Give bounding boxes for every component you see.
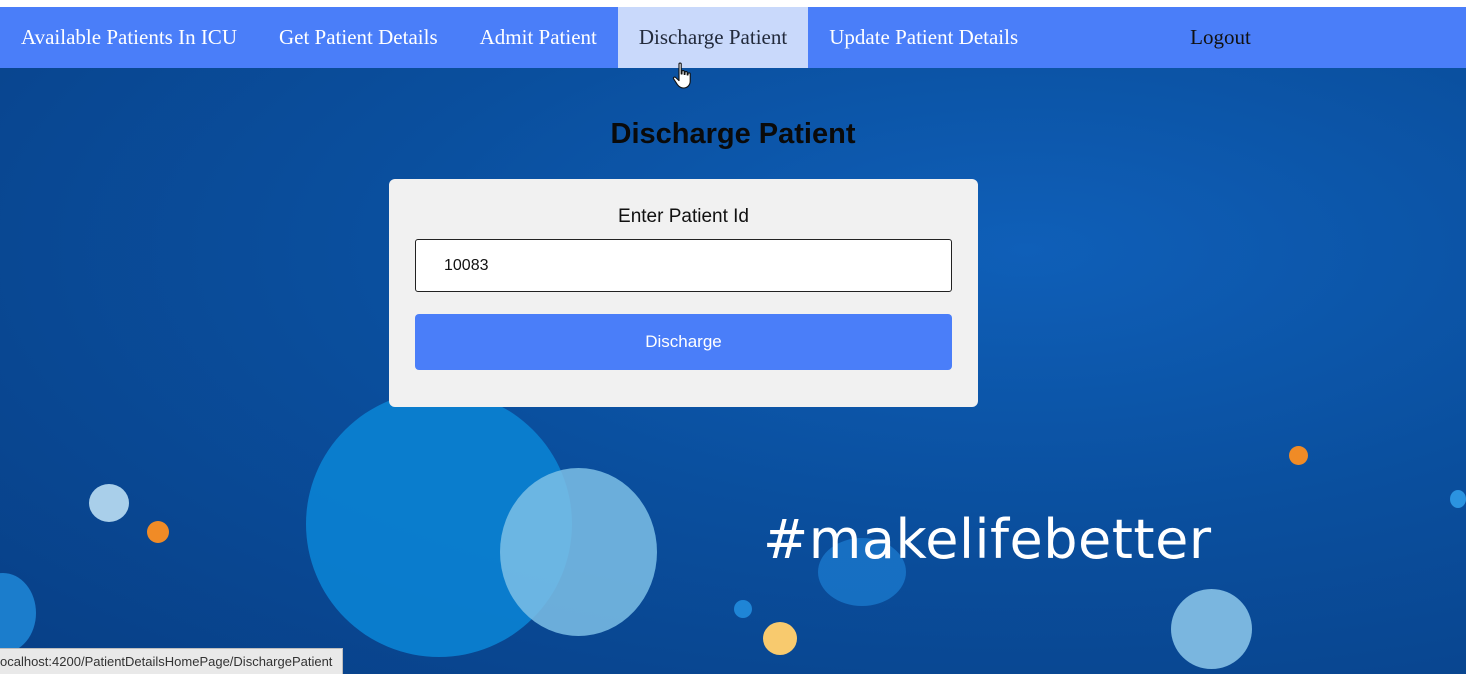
page-scrollbar[interactable] (1466, 0, 1472, 674)
nav-admit-patient[interactable]: Admit Patient (459, 7, 618, 68)
decorative-bubble (1171, 589, 1252, 669)
decorative-bubble (1450, 490, 1466, 508)
patient-id-label: Enter Patient Id (618, 206, 749, 227)
decorative-bubble (89, 484, 129, 522)
decorative-bubble (147, 521, 169, 543)
discharge-form-card: Enter Patient Id Discharge (389, 179, 978, 407)
decorative-bubble (500, 468, 657, 636)
decorative-bubble (1289, 446, 1308, 465)
page-title: Discharge Patient (610, 118, 856, 150)
nav-logout[interactable]: Logout (1169, 7, 1272, 68)
nav-discharge-patient[interactable]: Discharge Patient (617, 7, 809, 68)
nav-get-patient-details[interactable]: Get Patient Details (258, 7, 459, 68)
nav-available-patients[interactable]: Available Patients In ICU (0, 7, 258, 68)
hand-pointer-icon (672, 62, 691, 89)
hero-tagline: #makelifebetter (763, 508, 1212, 571)
discharge-button[interactable]: Discharge (415, 314, 952, 370)
decorative-bubble (734, 600, 752, 618)
nav-update-patient-details[interactable]: Update Patient Details (808, 7, 1039, 68)
browser-status-bar: ocalhost:4200/PatientDetailsHomePage/Dis… (0, 648, 344, 674)
patient-id-input[interactable] (415, 239, 952, 292)
decorative-bubble (0, 573, 36, 653)
top-navbar: Available Patients In ICU Get Patient De… (0, 0, 1466, 68)
decorative-bubble (763, 622, 797, 655)
